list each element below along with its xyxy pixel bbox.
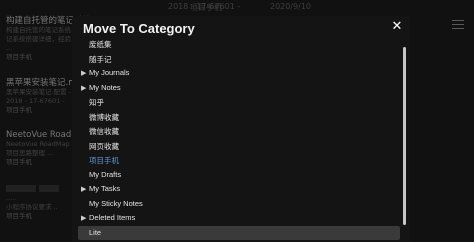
category-label: My Tasks: [89, 184, 121, 193]
dialog-title: Move To Category: [83, 21, 195, 36]
category-list: 废纸集 随手记 ▶ My Journals ▶ My Notes 知乎 微博收藏 微信收藏 网页收…: [78, 37, 400, 242]
category-item[interactable]: 随手记: [78, 52, 400, 66]
category-label: 废纸集: [89, 40, 112, 49]
category-label: Deleted Items: [89, 213, 136, 222]
category-label: My Drafts: [89, 169, 122, 179]
category-item[interactable]: 项目手机: [78, 153, 400, 167]
category-item[interactable]: ▶ Deleted Items: [78, 211, 400, 225]
expand-arrow-icon[interactable]: ▶: [81, 69, 86, 77]
category-label: My Notes: [89, 82, 121, 92]
category-label: Lite: [89, 227, 102, 237]
category-item[interactable]: 知乎: [78, 95, 400, 109]
category-item[interactable]: ▶ My Journals: [78, 66, 400, 80]
category-label: My Sticky Notes: [89, 198, 143, 208]
close-icon[interactable]: ✕: [390, 20, 404, 34]
category-label: 网页收藏: [89, 141, 119, 151]
category-label: 微博收藏: [89, 112, 119, 122]
category-item[interactable]: ▶ My Tasks: [78, 182, 400, 196]
category-label: 项目手机: [89, 156, 119, 165]
category-list-scrollbar[interactable]: [403, 47, 406, 225]
category-item[interactable]: 微博收藏: [78, 110, 400, 124]
category-item[interactable]: Lite: [78, 225, 400, 240]
category-item[interactable]: ▶ My Notes: [78, 81, 400, 95]
expand-arrow-icon[interactable]: ▶: [81, 185, 86, 193]
expand-arrow-icon[interactable]: ▶: [81, 214, 86, 222]
category-item[interactable]: 网页收藏: [78, 139, 400, 153]
category-item[interactable]: My Drafts: [78, 168, 400, 182]
category-label: 微信收藏: [89, 127, 119, 136]
category-label: My Journals: [89, 68, 130, 77]
category-label: 知乎: [89, 98, 104, 107]
category-item[interactable]: 微信收藏: [78, 124, 400, 138]
expand-arrow-icon[interactable]: ▶: [81, 84, 86, 92]
category-item[interactable]: My Sticky Notes: [78, 197, 400, 211]
category-item[interactable]: 废纸集: [78, 37, 400, 51]
move-to-category-dialog: Move To Category ✕ 废纸集 随手记 ▶ My Journals ▶ My…: [72, 16, 410, 242]
category-label: 随手记: [89, 54, 112, 64]
